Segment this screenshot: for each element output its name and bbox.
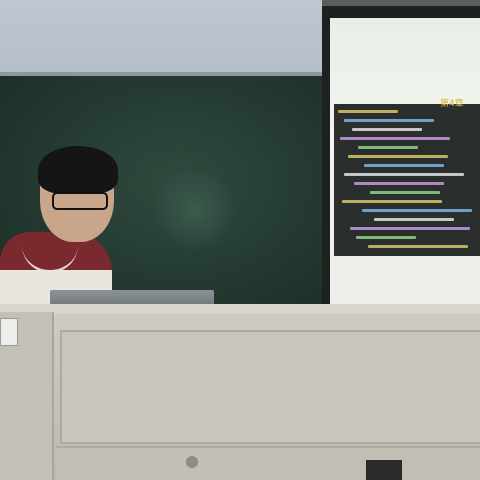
slide-code-block — [334, 104, 480, 256]
code-line — [342, 200, 442, 203]
code-line — [362, 209, 472, 212]
code-line — [344, 119, 434, 122]
code-line — [338, 110, 398, 113]
drawer-knob — [186, 456, 198, 468]
code-line — [344, 173, 464, 176]
podium-label-tag — [0, 318, 18, 346]
code-line — [356, 236, 416, 239]
code-line — [364, 164, 444, 167]
slide-title: 第4章 — [440, 99, 464, 109]
podium-drawer — [56, 446, 480, 480]
code-line — [354, 182, 444, 185]
podium-slot — [366, 460, 402, 480]
presenter-hair — [38, 146, 118, 194]
code-line — [358, 146, 418, 149]
podium-front-panel — [60, 330, 480, 444]
code-line — [368, 245, 468, 248]
podium-top — [0, 304, 480, 314]
code-line — [350, 227, 470, 230]
code-line — [348, 155, 448, 158]
chalkboard-reflection — [150, 170, 240, 250]
classroom-photo: 第4章 — [0, 0, 480, 480]
code-line — [352, 128, 422, 131]
code-line — [370, 191, 440, 194]
code-line — [374, 218, 454, 221]
code-line — [340, 137, 450, 140]
glasses-icon — [52, 192, 108, 210]
